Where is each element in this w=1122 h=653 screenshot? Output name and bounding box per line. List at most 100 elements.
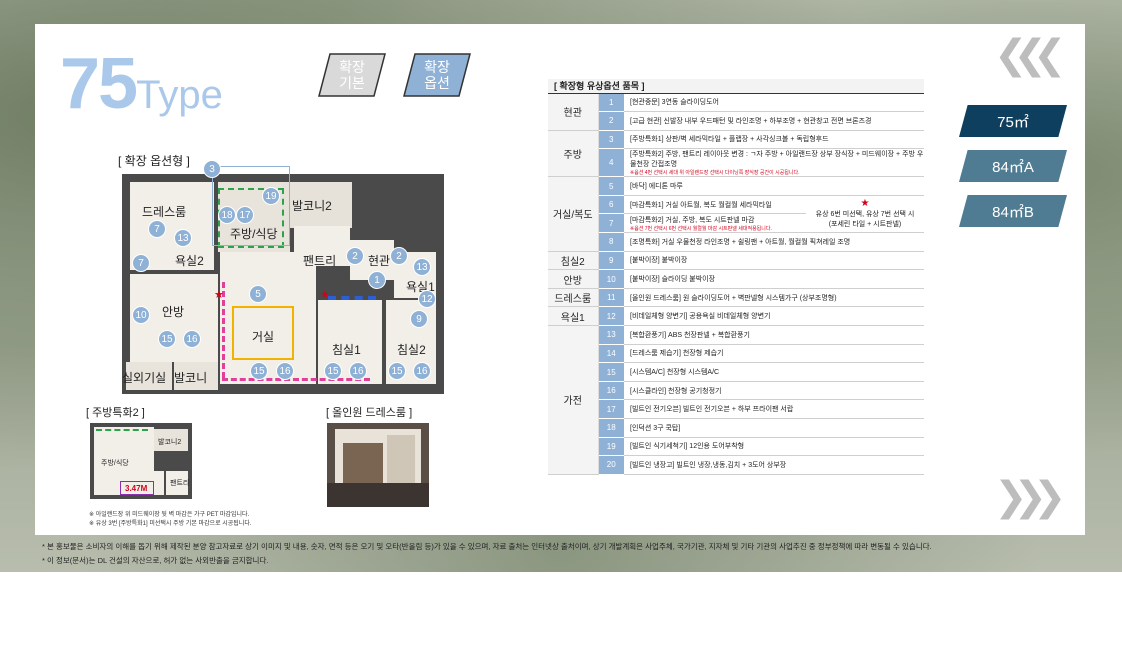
option-number: 18 — [598, 418, 624, 438]
mini-pantry-label: 팬트리 — [170, 480, 190, 487]
option-description: [빌트인 식기세척기] 12인용 도어부착형 — [624, 437, 924, 457]
footnote-1: * 본 홍보물은 소비자의 이해를 돕기 위해 제작된 분양 참고자료로 상기 … — [42, 542, 932, 551]
plan-badge-13b: 13 — [413, 258, 431, 276]
option-description: [바닥] 에디톤 마루 — [624, 176, 924, 196]
footnote-2: * 이 정보(문서)는 DL 건설의 자산으로, 허가 없는 사외반출을 금지합… — [42, 556, 269, 565]
option-number: 6 — [598, 195, 624, 215]
plan-badge-12: 12 — [418, 290, 436, 308]
option-extended-button[interactable]: 확장 옵션 — [403, 53, 471, 97]
option-number: 19 — [598, 437, 624, 457]
option-number: 12 — [598, 306, 624, 327]
option-description-text: [붙박이장] 슬라이딩 붙박이장 — [630, 276, 716, 284]
plan-badge-15c: 15 — [324, 362, 342, 380]
option-number: 10 — [598, 269, 624, 289]
star-icon: ★ — [214, 289, 224, 301]
option-number: 3 — [598, 130, 624, 150]
option-number: 14 — [598, 344, 624, 364]
option-number: 9 — [598, 251, 624, 271]
plan-label: [ 확장 옵션형 ] — [118, 154, 190, 168]
option-description-text: [조명특화] 거실 우물천정 라인조명 + 쉴링팬 + 아트월, 월컬월 픽쳐레… — [630, 238, 851, 246]
option-description: [마감특화1] 거실 아트월, 복도 월컬월 세라믹타일 — [624, 195, 806, 215]
room-label-utility: 실외기실 — [122, 371, 167, 385]
option-category: 욕실1 — [548, 306, 599, 327]
plan-badge-2a: 2 — [346, 247, 364, 265]
plan-badge-1: 1 — [368, 271, 386, 289]
option-number: 13 — [598, 325, 624, 345]
option-description: [주방특화1] 상판/벽 세라믹타일 + 플랩장 + 사각싱크볼 + 독립형후드 — [624, 130, 924, 150]
option-description-text: [빌트인 냉장고] 빌트인 냉장,냉동,김치 + 3도어 상부장 — [630, 461, 787, 469]
tab-84b[interactable]: 84㎡B — [959, 195, 1067, 227]
option-description: [붙박이장] 붙박이장 — [624, 251, 924, 271]
option-note: ※옵션 4번 선택시 세대 위 아일랜드장 선택시 다이닝쪽 장식장 공간이 시… — [630, 170, 800, 177]
option-row: 8 [조명특화] 거실 우물천정 라인조명 + 쉴링팬 + 아트월, 월컬월 픽쳐… — [548, 232, 924, 252]
option-row: 거실/복도 5 [바닥] 에디톤 마루 — [548, 176, 924, 252]
plan-badge-13a: 13 — [174, 229, 192, 247]
plan-badge-10: 10 — [132, 306, 150, 324]
option-description-text: [주방특화1] 상판/벽 세라믹타일 + 플랩장 + 사각싱크볼 + 독립형후드 — [630, 136, 829, 144]
room-label-kitchen: 주방/식당 — [230, 227, 278, 241]
option-note: ※옵션 7번 선택시 6번 선택시 월컬월 마감 시트판넬 세대적용됩니다. — [630, 225, 772, 232]
kitchen-special-label: [ 주방특화2 ] — [86, 407, 145, 419]
option-description: [시스템A/C] 천장형 시스템A/C — [624, 362, 924, 382]
plan-badge-7a: 7 — [148, 220, 166, 238]
room-label-balcony: 발코니 — [174, 371, 208, 385]
option-number: 17 — [598, 399, 624, 419]
option-description: [마감특화2] 거실, 주방, 복도 시트판넬 마감 ※옵션 7번 선택시 6번 … — [624, 213, 806, 234]
plan-note-1: ※ 아일랜드장 위 미드웨이장 뒷 벽 마감은 가구 PET 마감입니다. — [89, 512, 250, 518]
tab-84a[interactable]: 84㎡A — [959, 150, 1067, 182]
option-category: 드레스룸 — [548, 288, 599, 308]
option-number: 20 — [598, 455, 624, 475]
wall-finish-line-bottom — [222, 378, 370, 381]
chevron-left-icon[interactable]: ❮❮❮ — [994, 32, 1066, 78]
option-number: 7 — [598, 213, 624, 234]
type-number: 75 — [60, 44, 138, 124]
option-description-text: [빌트인 식기세척기] 12인용 도어부착형 — [630, 443, 745, 451]
footnotes: * 본 홍보물은 소비자의 이해를 돕기 위해 제작된 분양 참고자료로 상기 … — [42, 540, 1102, 568]
option-description-text: [붙박이장] 붙박이장 — [630, 257, 688, 265]
option-description: [비데일체형 양변기] 공용욕실 비데일체형 양변기 — [624, 306, 924, 327]
option-category: 안방 — [548, 269, 599, 289]
plan-note-2: ※ 유상 3번 [주방특화1] 미선택시 주방 기본 마감으로 시공됩니다. — [89, 521, 252, 527]
allinone-label: [ 올인원 드레스룸 ] — [326, 407, 413, 419]
option-category: 현관 — [548, 93, 599, 131]
plan-badge-2b: 2 — [390, 247, 408, 265]
plan-badge-15b: 15 — [250, 362, 268, 380]
side-note-line1: 유상 6번 미선택, 유상 7번 선택 시 — [815, 211, 915, 219]
option-side-note: ★ 유상 6번 미선택, 유상 7번 선택 시 (포세린 타일 + 시트판넬) — [806, 195, 924, 234]
option-row: 20 [빌트인 냉장고] 빌트인 냉장,냉동,김치 + 3도어 상부장 — [548, 455, 924, 475]
option-description-text: [주방특화2] 주방, 팬트리 레이아웃 변경 : ㄱ자 주방 + 아일랜드장 … — [630, 151, 924, 169]
option-row: 18 [인덕션 3구 쿡탑] — [548, 418, 924, 438]
option-number: 4 — [598, 148, 624, 178]
option-number: 15 — [598, 362, 624, 382]
room-label-master: 안방 — [162, 305, 185, 319]
star-icon-table: ★ — [860, 198, 870, 210]
option-row: 17 [빌트인 전기오븐] 빌트인 전기오븐 + 하부 프라이팬 서랍 — [548, 399, 924, 419]
option-basic-button[interactable]: 확장 기본 — [318, 53, 386, 97]
option-number: 11 — [598, 288, 624, 308]
option-description: [복합환풍기] ABS 천장판넬 + 복합환풍기 — [624, 325, 924, 345]
option-description-text: [인덕션 3구 쿡탑] — [630, 424, 681, 432]
chevron-right-icon[interactable]: ❯❯❯ — [994, 474, 1066, 520]
type-title: 75Type — [60, 48, 223, 131]
option-description: [고급 현관] 신발장 내부 우드패턴 및 라인조명 + 하부조명 + 현관창고… — [624, 111, 924, 131]
type-word: Type — [136, 73, 223, 117]
option-description-text: [빌트인 전기오븐] 빌트인 전기오븐 + 하부 프라이팬 서랍 — [630, 406, 794, 414]
plan-badge-15a: 15 — [158, 330, 176, 348]
option-description-text: [시스클라인] 천장형 공기청정기 — [630, 387, 722, 395]
option-description: [주방특화2] 주방, 팬트리 레이아웃 변경 : ㄱ자 주방 + 아일랜드장 … — [624, 148, 924, 178]
plan-badge-15d: 15 — [388, 362, 406, 380]
option-number: 16 — [598, 381, 624, 401]
tab-75[interactable]: 75㎡ — [959, 105, 1067, 137]
option-description-text: [비데일체형 양변기] 공용욕실 비데일체형 양변기 — [630, 313, 771, 321]
star-icon-2: ★ — [320, 289, 330, 301]
option-category: 거실/복도 — [548, 176, 599, 252]
option-category: 침실2 — [548, 251, 599, 271]
option-description-text: [고급 현관] 신발장 내부 우드패턴 및 라인조명 + 하부조명 + 현관창고… — [630, 117, 872, 125]
option-row: 14 [드레스룸 제습기] 천장형 제습기 — [548, 344, 924, 364]
options-table-title: [ 확장형 유상옵션 품목 ] — [548, 79, 924, 94]
plan-badge-16b: 16 — [276, 362, 294, 380]
option-description: [빌트인 냉장고] 빌트인 냉장,냉동,김치 + 3도어 상부장 — [624, 455, 924, 475]
plan-badge-16d: 16 — [413, 362, 431, 380]
option-row: 2 [고급 현관] 신발장 내부 우드패턴 및 라인조명 + 하부조명 + 현관창… — [548, 111, 924, 131]
option-row: 침실2 9 [붙박이장] 붙박이장 — [548, 251, 924, 271]
